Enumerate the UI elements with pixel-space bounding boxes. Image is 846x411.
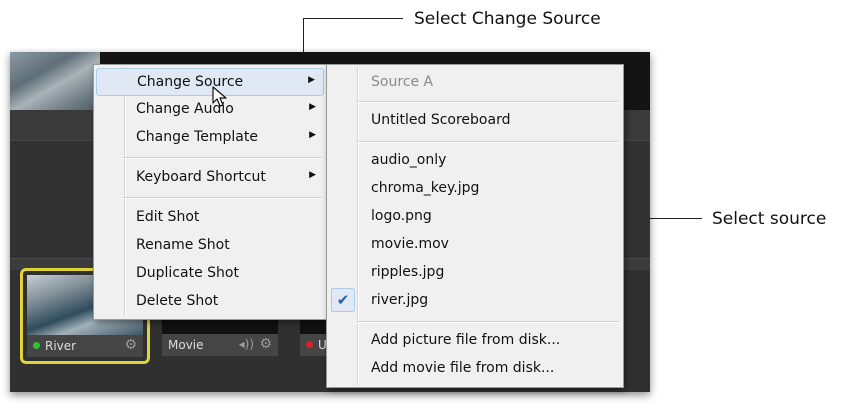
shot-context-menu: Change Source ▶ Change Audio ▶ Change Te…: [93, 64, 327, 320]
callout-select-source: Select source: [712, 209, 827, 229]
source-item-audio-only[interactable]: audio_only: [329, 147, 621, 173]
menu-item-label: Duplicate Shot: [136, 265, 239, 281]
submenu-arrow-icon: ▶: [309, 170, 316, 180]
speaker-icon[interactable]: ◂)): [239, 337, 254, 351]
shot-label: River: [45, 339, 77, 353]
source-item-label: movie.mov: [371, 236, 449, 252]
menu-item-keyboard-shortcut[interactable]: Keyboard Shortcut ▶: [96, 164, 324, 190]
source-submenu: Source A Untitled Scoreboard audio_only …: [326, 64, 624, 388]
source-header-label: Source A: [371, 74, 434, 90]
menu-separator: [357, 321, 619, 323]
gear-icon[interactable]: ⚙: [124, 337, 137, 353]
source-item-logo[interactable]: logo.png: [329, 203, 621, 229]
menu-item-label: Rename Shot: [136, 237, 230, 253]
source-header: Source A: [329, 69, 621, 95]
menu-separator: [124, 197, 322, 199]
source-item-movie[interactable]: movie.mov: [329, 231, 621, 257]
status-dot: [306, 341, 313, 348]
source-item-untitled-scoreboard[interactable]: Untitled Scoreboard: [329, 107, 621, 133]
menu-item-label: Change Template: [136, 129, 258, 145]
menu-item-duplicate-shot[interactable]: Duplicate Shot: [96, 260, 324, 286]
menu-separator: [124, 157, 322, 159]
menu-item-rename-shot[interactable]: Rename Shot: [96, 232, 324, 258]
action-label: Add picture file from disk...: [371, 332, 561, 348]
mouse-cursor-icon: [212, 86, 227, 107]
add-picture-file-item[interactable]: Add picture file from disk...: [329, 327, 621, 353]
source-item-chroma-key[interactable]: chroma_key.jpg: [329, 175, 621, 201]
menu-item-change-source[interactable]: Change Source ▶: [96, 68, 324, 96]
add-movie-file-item[interactable]: Add movie file from disk...: [329, 355, 621, 381]
source-item-river[interactable]: ✔ river.jpg: [329, 287, 621, 313]
source-item-ripples[interactable]: ripples.jpg: [329, 259, 621, 285]
menu-item-label: Edit Shot: [136, 209, 200, 225]
menu-item-label: Keyboard Shortcut: [136, 169, 266, 185]
source-item-label: logo.png: [371, 208, 432, 224]
menu-item-label: Delete Shot: [136, 293, 219, 309]
shot-label: Movie: [168, 338, 204, 352]
source-item-label: chroma_key.jpg: [371, 180, 480, 196]
callout-line-horizontal: [303, 18, 403, 19]
shot-bar: River ⚙: [27, 335, 143, 357]
menu-item-edit-shot[interactable]: Edit Shot: [96, 204, 324, 230]
action-label: Add movie file from disk...: [371, 360, 555, 376]
menu-separator: [357, 101, 619, 103]
source-item-label: river.jpg: [371, 292, 429, 308]
submenu-arrow-icon: ▶: [308, 75, 315, 85]
gear-icon[interactable]: ⚙: [259, 336, 272, 352]
menu-item-change-template[interactable]: Change Template ▶: [96, 124, 324, 150]
status-dot: [33, 342, 40, 349]
callout-select-change-source: Select Change Source: [414, 9, 601, 29]
checkmark-icon: ✔: [331, 288, 355, 312]
preview-image: [10, 52, 100, 110]
submenu-arrow-icon: ▶: [309, 102, 316, 112]
source-item-label: audio_only: [371, 152, 447, 168]
menu-item-delete-shot[interactable]: Delete Shot: [96, 288, 324, 314]
menu-separator: [357, 141, 619, 143]
shot-bar: Movie ◂)) ⚙: [162, 334, 278, 356]
source-item-label: Untitled Scoreboard: [371, 112, 511, 128]
submenu-arrow-icon: ▶: [309, 130, 316, 140]
menu-item-change-audio[interactable]: Change Audio ▶: [96, 96, 324, 122]
source-item-label: ripples.jpg: [371, 264, 445, 280]
